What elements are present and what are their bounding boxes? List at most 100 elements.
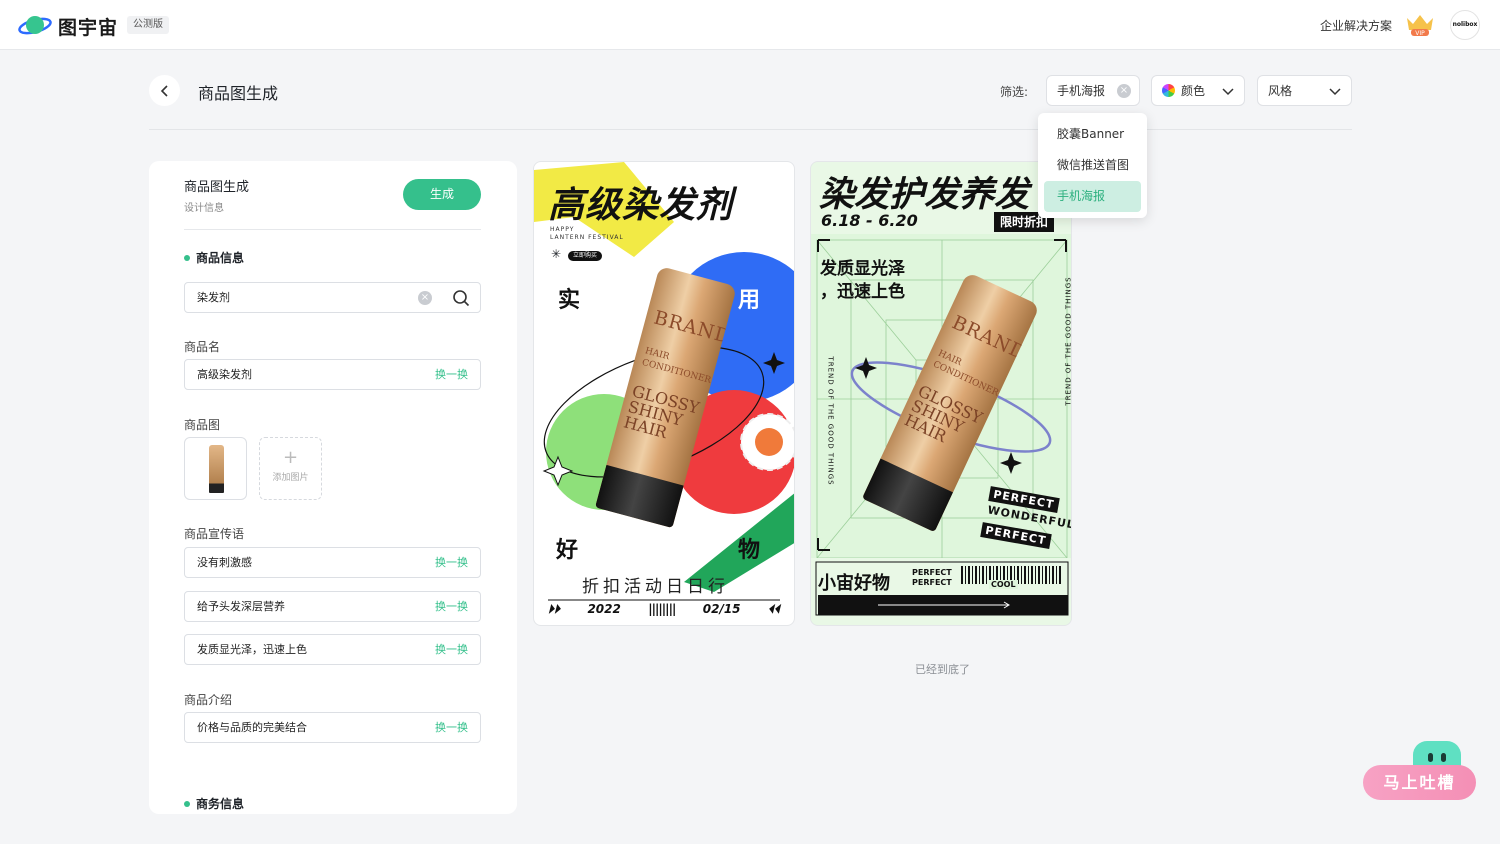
color-filter-select[interactable]: 颜色 [1151, 75, 1245, 106]
poster-title: 高级染发剂 [548, 185, 734, 226]
product-name-value: 高级染发剂 [197, 368, 252, 381]
poster-copy: 发质显光泽 ，迅速上色 [820, 258, 905, 304]
swap-slogan-button[interactable]: 换一换 [435, 635, 468, 664]
chevron-down-icon [1329, 88, 1341, 96]
color-filter-label: 颜色 [1181, 84, 1206, 98]
intro-label: 商品介绍 [184, 693, 233, 707]
color-wheel-icon [1162, 84, 1175, 97]
tube-brand-text: BRAND [651, 306, 734, 349]
chevron-left-icon [160, 84, 168, 97]
buy-now-badge: 立即购买 [568, 251, 603, 261]
arrow-right-icon [878, 601, 1010, 609]
poster-brand: 小宙好物 [818, 573, 890, 594]
vip-crown-icon[interactable]: VIP [1404, 12, 1436, 38]
back-button[interactable] [149, 75, 180, 106]
poster-char: 物 [738, 538, 761, 563]
swap-slogan-button[interactable]: 换一换 [435, 548, 468, 577]
poster-copy-line: ，迅速上色 [820, 282, 905, 302]
intro-value: 价格与品质的完美结合 [197, 721, 307, 734]
plus-icon: + [282, 447, 299, 468]
cool-label: COOL [989, 580, 1018, 589]
swap-slogan-button[interactable]: 换一换 [435, 592, 468, 621]
feedback-button[interactable]: 马上吐槽 [1363, 741, 1476, 800]
vertical-trend-text: TREND OF THE GOOD THINGS [1064, 276, 1072, 406]
slogan-field[interactable]: 给予头发深层营养 换一换 [184, 591, 481, 622]
slogan-value: 给予头发深层营养 [197, 600, 285, 613]
feedback-label: 马上吐槽 [1363, 765, 1476, 800]
poster-subtitle: HAPPY LANTERN FESTIVAL [550, 226, 624, 242]
type-filter-dropdown: 胶囊Banner 微信推送首图 手机海报 [1038, 113, 1147, 218]
clear-search-icon[interactable]: × [418, 291, 432, 305]
swap-product-name-button[interactable]: 换一换 [435, 360, 468, 389]
slogan-field[interactable]: 没有刺激感 换一换 [184, 547, 481, 578]
poster-title: 染发护发养发 [819, 175, 1030, 215]
user-avatar[interactable]: nolibox [1450, 10, 1480, 40]
panel-subtitle: 设计信息 [184, 203, 224, 214]
section-dot-icon [184, 254, 190, 261]
dropdown-item-capsule-banner[interactable]: 胶囊Banner [1044, 119, 1141, 150]
poster-copy-line: 发质显光泽 [820, 259, 905, 279]
beta-badge: 公测版 [127, 16, 169, 34]
filter-label: 筛选: [1000, 85, 1029, 99]
enterprise-solutions-link[interactable]: 企业解决方案 [1320, 17, 1392, 34]
robot-eye [1428, 753, 1433, 762]
type-filter-select[interactable]: 手机海报 × [1046, 75, 1140, 106]
product-tube-image [209, 445, 224, 493]
design-info-panel: 商品图生成 设计信息 生成 商品信息 染发剂 × 商品名 高级染发剂 换一换 商… [149, 161, 517, 814]
product-info-heading-label: 商品信息 [196, 251, 245, 265]
poster-footer: ⏵⏵ 2022 |||||||| 02/15 ⏴⏴ [548, 602, 780, 617]
poster-event-text: 折扣活动日日行 [582, 577, 729, 597]
barcode-icon: |||||||| [648, 602, 676, 616]
dropdown-item-wechat-cover[interactable]: 微信推送首图 [1044, 150, 1141, 181]
slogan-value: 没有刺激感 [197, 556, 252, 569]
poster-char: 好 [556, 538, 579, 563]
poster-card[interactable]: 染发护发养发 6.18 - 6.20 限时折扣 发质显光泽 ，迅速上色 TREN… [810, 161, 1072, 626]
slogan-label: 商品宣传语 [184, 527, 245, 541]
product-image-thumbnail[interactable] [184, 437, 247, 500]
type-filter-value: 手机海报 [1057, 84, 1106, 98]
poster-date: 02/15 [702, 602, 741, 616]
product-search-value: 染发剂 [197, 291, 230, 304]
rewind-icon: ⏴⏴ [767, 602, 780, 616]
vip-label: VIP [1415, 30, 1425, 37]
vertical-trend-text: TREND OF THE GOOD THINGS [826, 356, 835, 486]
product-image-label: 商品图 [184, 418, 221, 432]
generate-button[interactable]: 生成 [403, 179, 481, 210]
poster-char: 用 [738, 288, 761, 313]
tube-gloss-text: GLOSSY SHINY HAIR [621, 381, 702, 443]
slogan-value: 发质显光泽，迅速上色 [197, 643, 307, 656]
title-divider [149, 129, 1352, 130]
chevron-down-icon [1222, 88, 1234, 96]
poster-char: 实 [558, 288, 581, 313]
product-info-heading: 商品信息 [184, 249, 244, 266]
panel-title: 商品图生成 [184, 180, 250, 195]
search-icon[interactable] [452, 289, 470, 307]
section-dot-icon [184, 800, 190, 807]
poster-card[interactable]: 高级染发剂 HAPPY LANTERN FESTIVAL ✳ 立即购买 实 用 … [533, 161, 795, 626]
perfect-line: PERFECT [912, 568, 952, 577]
planet-logo-icon[interactable] [18, 12, 52, 38]
product-name-field[interactable]: 高级染发剂 换一换 [184, 359, 481, 390]
fast-forward-icon: ⏵⏵ [548, 602, 561, 616]
sparkle-icon: ✳ [551, 247, 562, 261]
intro-field[interactable]: 价格与品质的完美结合 换一换 [184, 712, 481, 743]
swap-intro-button[interactable]: 换一换 [435, 713, 468, 742]
perfect-line: PERFECT [912, 578, 952, 587]
panel-divider [184, 229, 481, 230]
dropdown-item-mobile-poster[interactable]: 手机海报 [1044, 181, 1141, 212]
logo-text[interactable]: 图宇宙 [58, 13, 118, 40]
business-info-heading: 商务信息 [184, 795, 244, 812]
poster-perfect-text: PERFECT PERFECT [912, 568, 952, 588]
page-title: 商品图生成 [198, 84, 279, 103]
product-search-input[interactable]: 染发剂 × [184, 282, 481, 313]
poster-date-range: 6.18 - 6.20 [821, 211, 918, 230]
robot-eye [1441, 753, 1446, 762]
style-filter-label: 风格 [1268, 84, 1293, 98]
slogan-field[interactable]: 发质显光泽，迅速上色 换一换 [184, 634, 481, 665]
poster-footer-bar [818, 595, 1068, 615]
top-bar: 图宇宙 公测版 企业解决方案 VIP nolibox [0, 0, 1500, 50]
clear-filter-icon[interactable]: × [1117, 84, 1131, 98]
add-image-button[interactable]: + 添加图片 [259, 437, 322, 500]
style-filter-select[interactable]: 风格 [1257, 75, 1352, 106]
product-name-label: 商品名 [184, 340, 221, 354]
